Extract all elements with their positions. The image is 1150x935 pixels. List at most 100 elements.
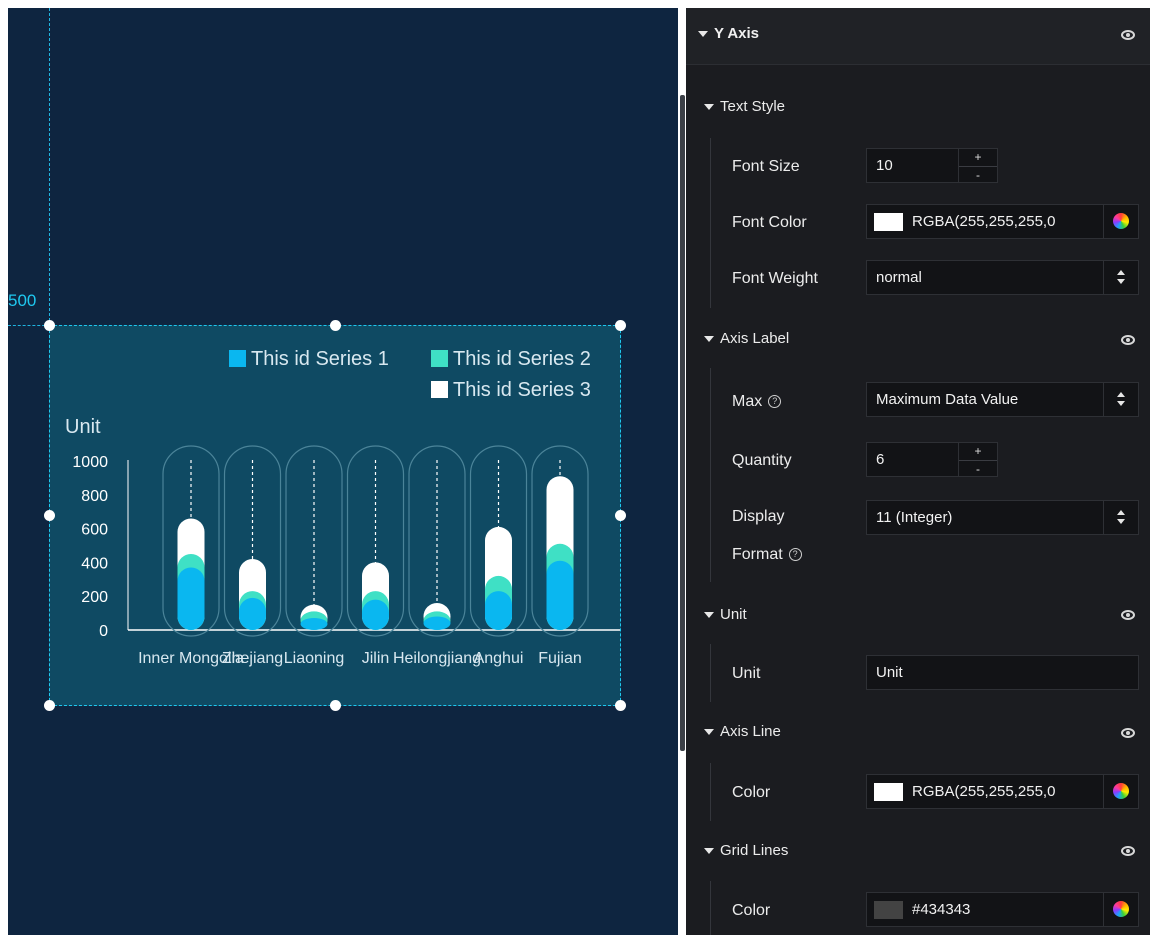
color-swatch [874, 783, 903, 801]
select-arrows-icon [1103, 501, 1138, 534]
section-divider [710, 368, 711, 582]
canvas-scrollbar[interactable] [680, 95, 685, 751]
legend-label: This id Series 3 [453, 379, 591, 401]
display-format-select[interactable]: 11 (Integer) [866, 500, 1139, 535]
legend-swatch [431, 350, 448, 367]
font-size-label: Font Size [732, 158, 800, 175]
bar-chart: This id Series 1 This id Series 2 This id … [65, 348, 620, 667]
increment-button[interactable]: + [959, 443, 997, 460]
color-wheel-icon[interactable] [1103, 893, 1138, 926]
axis-line-color-picker[interactable]: RGBA(255,255,255,0 [866, 774, 1139, 809]
x-tick-label: Jilin [362, 650, 390, 667]
y-tick-label: 0 [99, 623, 108, 640]
caret-down-icon [704, 729, 714, 736]
y-tick-label: 800 [81, 488, 108, 505]
color-swatch [874, 901, 903, 919]
font-color-value: RGBA(255,255,255,0 [912, 213, 1056, 230]
increment-button[interactable]: + [959, 149, 997, 166]
bar-segment-1 [300, 618, 328, 630]
font-color-picker[interactable]: RGBA(255,255,255,0 [866, 204, 1139, 239]
help-icon[interactable]: ? [788, 548, 802, 561]
caret-down-icon [698, 31, 708, 38]
unit-input[interactable]: Unit [866, 655, 1139, 690]
caret-down-icon [704, 336, 714, 343]
section-divider [710, 644, 711, 702]
chart-widget[interactable]: This id Series 1 This id Series 2 This id … [49, 325, 621, 706]
y-tick-label: 1000 [72, 454, 108, 471]
font-weight-label: Font Weight [732, 270, 818, 287]
eye-icon[interactable] [1121, 610, 1135, 620]
y-tick-label: 400 [81, 555, 108, 572]
resize-handle-bottom[interactable] [330, 700, 341, 711]
resize-handle-right[interactable] [615, 510, 626, 521]
select-arrows-icon [1103, 383, 1138, 416]
x-tick-label: Zhejiang [222, 650, 283, 667]
legend-swatch [229, 350, 246, 367]
section-divider [710, 763, 711, 821]
y-tick-label: 600 [81, 522, 108, 539]
eye-icon[interactable] [1121, 728, 1135, 738]
y-tick-label: 200 [81, 589, 108, 606]
legend-label: This id Series 1 [251, 348, 389, 370]
legend-label: This id Series 2 [453, 348, 591, 370]
x-tick-label: Liaoning [284, 650, 345, 667]
ruler-coordinate-label: 500 [8, 291, 37, 310]
unit-label: Unit [732, 665, 761, 682]
bar-segment-1 [485, 591, 512, 630]
y-axis-unit-label: Unit [65, 416, 101, 438]
axis-line-section[interactable]: Axis Line [704, 723, 781, 740]
eye-icon[interactable] [1121, 335, 1135, 345]
color-wheel-icon[interactable] [1103, 775, 1138, 808]
section-divider [710, 138, 711, 308]
resize-handle-bottom-right[interactable] [615, 700, 626, 711]
unit-section[interactable]: Unit [704, 606, 747, 623]
config-panel: Y Axis Text Style Font Size 10 + - Font … [686, 8, 1150, 935]
decrement-button[interactable]: - [959, 460, 997, 477]
display-format-label-line2: Format? [732, 546, 802, 564]
axis-line-color-label: Color [732, 784, 771, 801]
axis-line-color-value: RGBA(255,255,255,0 [912, 783, 1056, 800]
grid-lines-color-value: #434343 [912, 901, 971, 918]
axis-label-section[interactable]: Axis Label [704, 330, 789, 347]
select-arrows-icon [1103, 261, 1138, 294]
bar-segment-1 [177, 567, 205, 630]
quantity-input[interactable]: 6 [866, 442, 959, 477]
eye-icon[interactable] [1121, 846, 1135, 856]
resize-handle-top-right[interactable] [615, 320, 626, 331]
quantity-label: Quantity [732, 452, 792, 469]
help-icon[interactable]: ? [768, 395, 782, 408]
font-size-stepper[interactable]: + - [958, 148, 998, 183]
max-select[interactable]: Maximum Data Value [866, 382, 1139, 417]
grid-lines-color-picker[interactable]: #434343 [866, 892, 1139, 927]
y-axis-title[interactable]: Y Axis [698, 25, 759, 42]
x-tick-label: Heilongjiang [393, 650, 481, 667]
vertical-guide-line [49, 8, 50, 326]
legend-swatch [431, 381, 448, 398]
x-tick-label: Fujian [538, 650, 582, 667]
x-tick-label: Anghui [474, 650, 524, 667]
text-style-section[interactable]: Text Style [704, 98, 785, 115]
bar-segment-1 [362, 599, 389, 630]
color-wheel-icon[interactable] [1103, 205, 1138, 238]
decrement-button[interactable]: - [959, 166, 997, 183]
grid-lines-section[interactable]: Grid Lines [704, 842, 788, 859]
y-axis-section-header[interactable]: Y Axis [686, 8, 1150, 65]
font-color-label: Font Color [732, 214, 807, 231]
resize-handle-top[interactable] [330, 320, 341, 331]
resize-handle-bottom-left[interactable] [44, 700, 55, 711]
caret-down-icon [704, 848, 714, 855]
resize-handle-top-left[interactable] [44, 320, 55, 331]
display-format-label-line1: Display [732, 508, 785, 525]
caret-down-icon [704, 104, 714, 111]
max-label: Max? [732, 393, 782, 411]
resize-handle-left[interactable] [44, 510, 55, 521]
font-weight-select[interactable]: normal [866, 260, 1139, 295]
eye-icon[interactable] [1121, 30, 1135, 40]
editor-canvas[interactable]: 500 This id Series 1 This id Series 2 This… [8, 8, 678, 935]
bar-segment-1 [239, 597, 266, 630]
section-divider [710, 881, 711, 935]
color-swatch [874, 213, 903, 231]
font-size-input[interactable]: 10 [866, 148, 959, 183]
bar-segment-1 [546, 560, 574, 630]
quantity-stepper[interactable]: + - [958, 442, 998, 477]
